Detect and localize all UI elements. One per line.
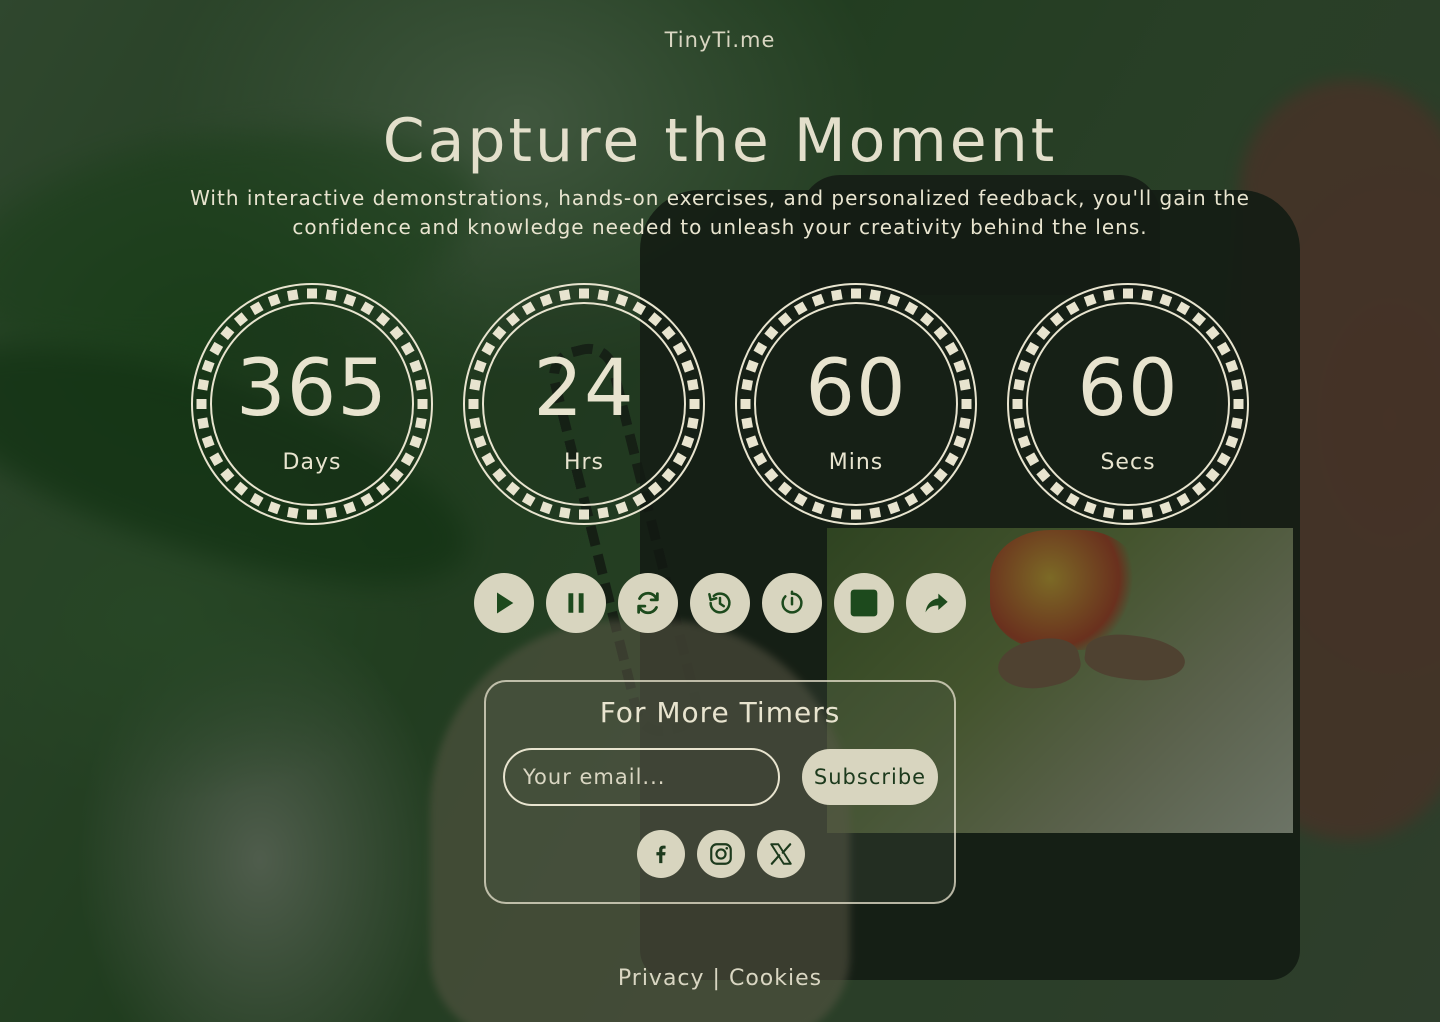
countdown-minutes: 60 Mins [734, 282, 978, 526]
timer-icon [781, 590, 803, 614]
x-link[interactable] [757, 830, 805, 878]
timer-button[interactable] [762, 573, 822, 633]
facebook-link[interactable] [637, 830, 685, 878]
countdown-days-label: Days [282, 450, 342, 475]
countdown-minutes-value: 60 [805, 344, 907, 434]
page-title: Capture the Moment [382, 106, 1058, 176]
cookies-link[interactable]: Cookies [729, 966, 822, 991]
subscribe-title: For More Timers [599, 696, 841, 729]
instagram-link[interactable] [697, 830, 745, 878]
share-icon [925, 593, 948, 613]
subscribe-panel: For More Timers Subscribe [484, 680, 956, 904]
pause-icon [568, 593, 584, 613]
email-field[interactable] [503, 748, 780, 806]
stop-icon [850, 589, 878, 617]
stop-button[interactable] [834, 573, 894, 633]
countdown-seconds: 60 Secs [1006, 282, 1250, 526]
share-button[interactable] [906, 573, 966, 633]
page-subtitle: With interactive demonstrations, hands-o… [190, 186, 1250, 239]
refresh-icon [637, 591, 659, 615]
brand-logo[interactable]: TinyTi.me [0, 28, 1440, 52]
facebook-icon [656, 845, 666, 864]
countdown-days-value: 365 [236, 344, 388, 434]
social-links [637, 830, 807, 878]
subscribe-button[interactable]: Subscribe [802, 749, 938, 805]
pause-button[interactable] [546, 573, 606, 633]
countdown-hours-label: Hrs [563, 450, 605, 475]
countdown-seconds-value: 60 [1077, 344, 1179, 434]
history-button[interactable] [690, 573, 750, 633]
countdown-days: 365 Days [190, 282, 434, 526]
play-button[interactable] [474, 573, 534, 633]
restart-button[interactable] [618, 573, 678, 633]
footer: Privacy | Cookies [0, 966, 1440, 991]
play-icon [497, 592, 514, 614]
privacy-link[interactable]: Privacy [618, 966, 705, 991]
x-icon [770, 843, 792, 865]
countdown: 365 Days 24 Hrs 60 Mins 60 Secs [190, 282, 1250, 526]
timer-controls [474, 573, 974, 633]
countdown-hours: 24 Hrs [462, 282, 706, 526]
history-icon [708, 592, 731, 614]
countdown-seconds-label: Secs [1100, 450, 1156, 475]
instagram-icon [710, 843, 732, 865]
countdown-hours-value: 24 [533, 344, 635, 434]
countdown-minutes-label: Mins [828, 450, 884, 475]
footer-separator: | [712, 966, 721, 991]
